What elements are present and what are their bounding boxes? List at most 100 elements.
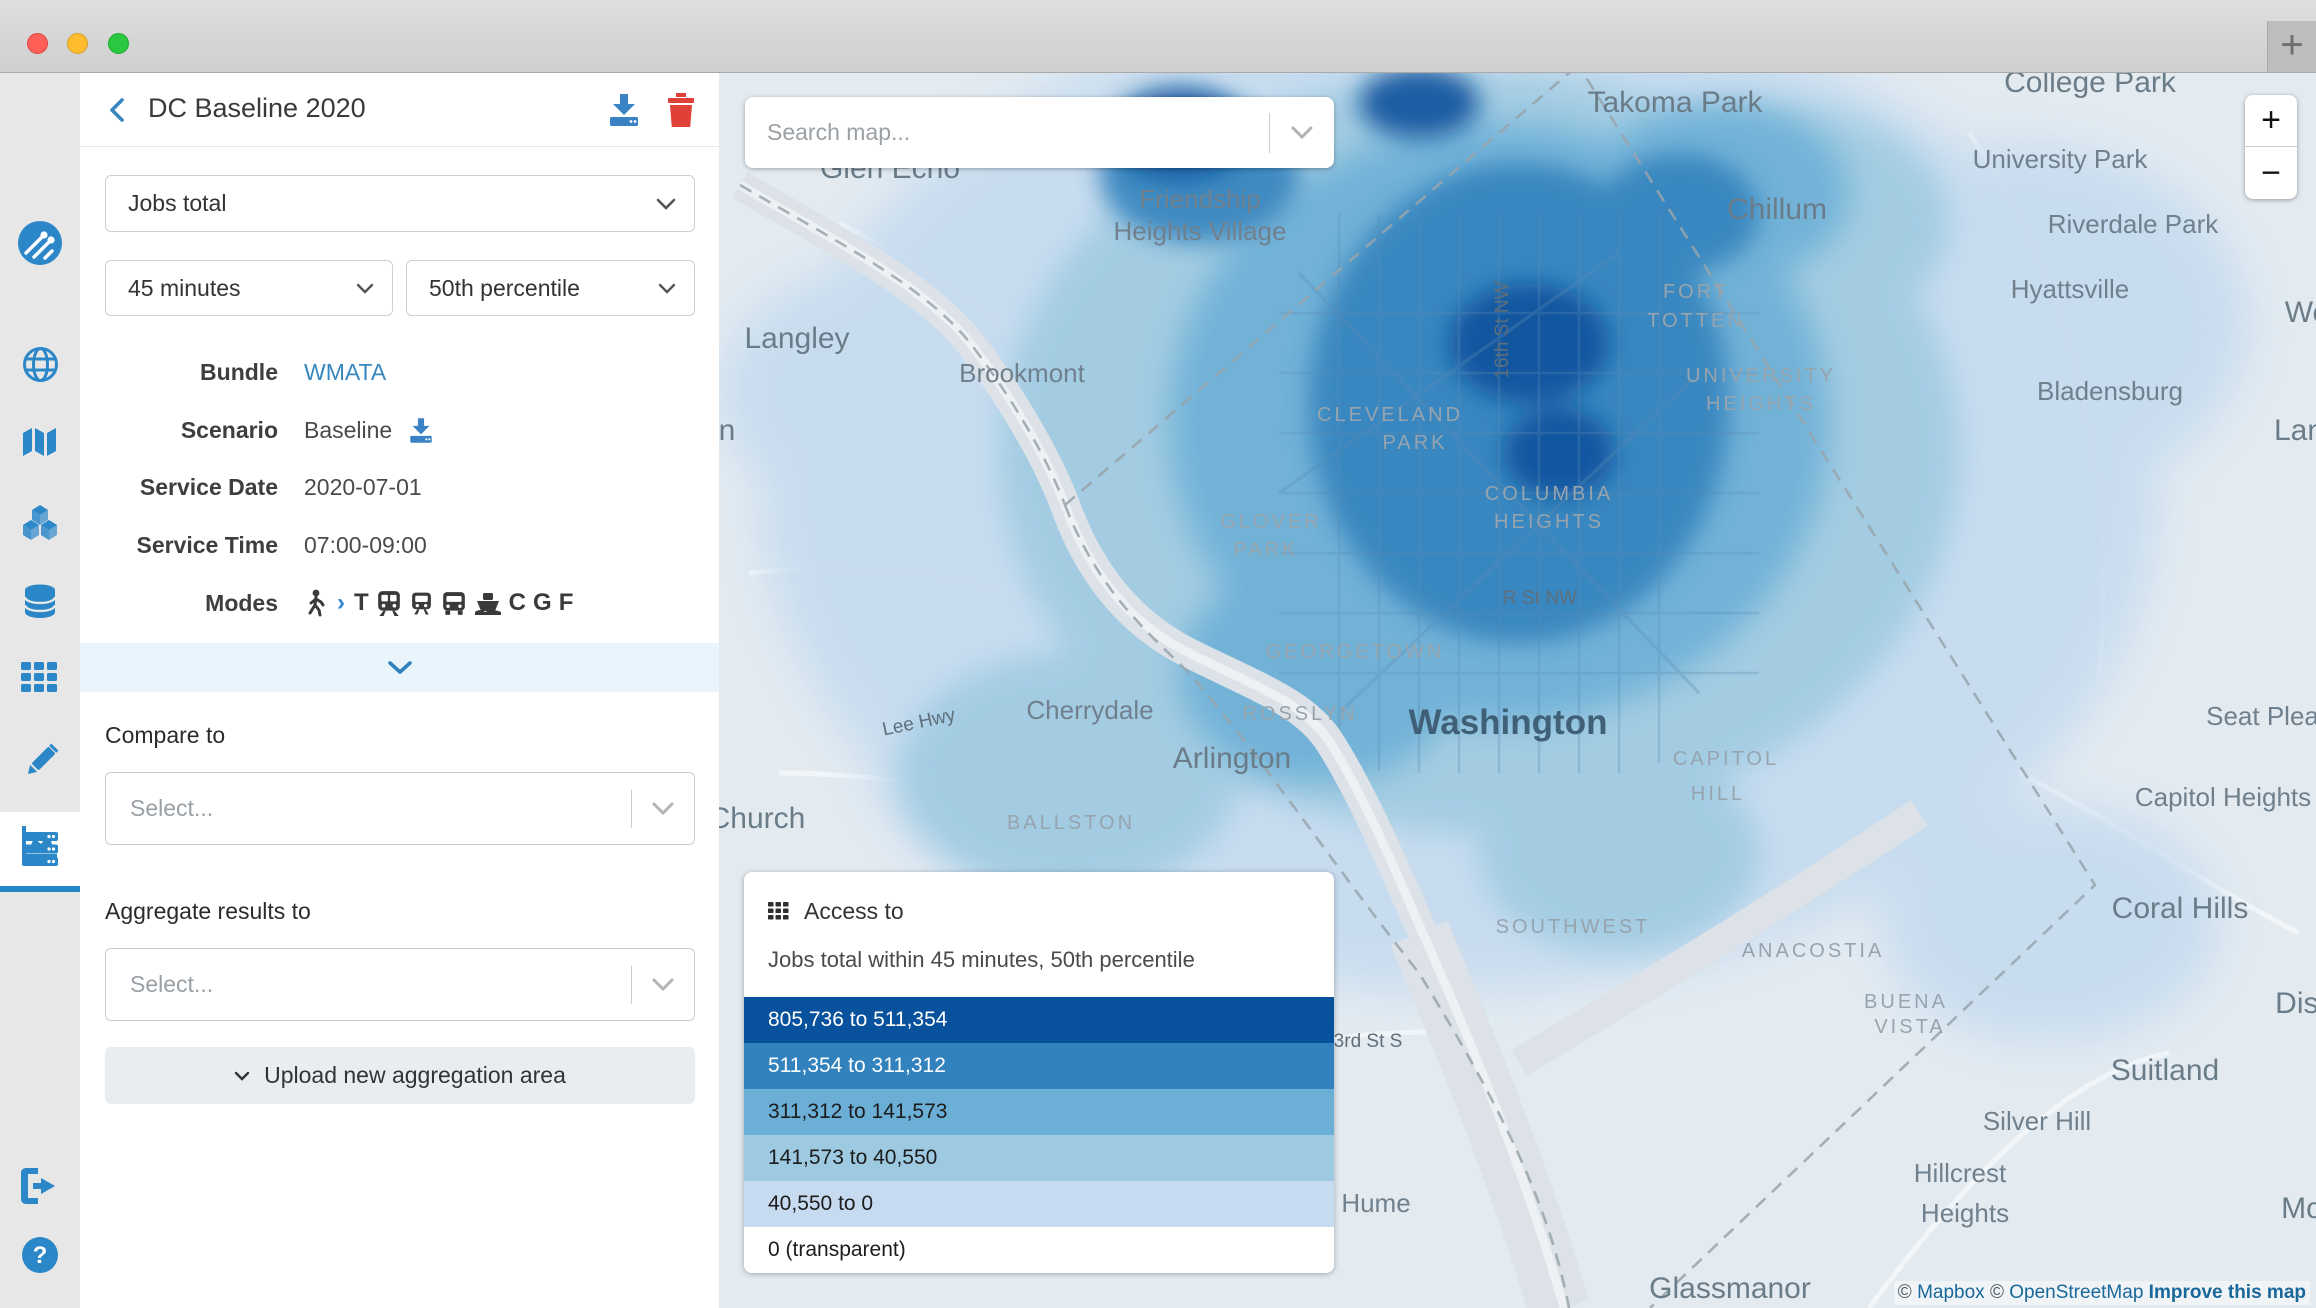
destination-layer-select[interactable]: Jobs total [105, 175, 695, 232]
page-title: DC Baseline 2020 [148, 93, 366, 124]
upload-button-label: Upload new aggregation area [264, 1062, 566, 1089]
upload-aggregation-area-button[interactable]: Upload new aggregation area [105, 1047, 695, 1104]
zoom-in-button[interactable]: + [2245, 95, 2297, 147]
search-input[interactable] [745, 118, 1269, 147]
map-legend: Access to Jobs total within 45 minutes, … [744, 872, 1334, 1273]
map-label: Capitol Heights [2135, 782, 2311, 812]
map-zoom-control: + − [2245, 95, 2297, 199]
bundles-map-icon[interactable] [0, 426, 80, 458]
map-label: UNIVERSITY [1686, 365, 1836, 387]
edit-pencil-icon[interactable] [0, 743, 80, 781]
regions-globe-icon[interactable] [0, 346, 80, 383]
map-label: Langley [744, 322, 849, 355]
map-label: College Park [2004, 73, 2177, 99]
copyright-symbol: © [1898, 1282, 1912, 1303]
map-label: PARK [1234, 539, 1299, 561]
map-label: 16th St NW [1492, 281, 1513, 378]
new-tab-button[interactable]: + [2267, 21, 2316, 72]
map-label: Church [719, 802, 805, 835]
map-label: Heights Village [1114, 216, 1287, 246]
percentile-select[interactable]: 50th percentile [406, 260, 695, 316]
map-label: Heights [1921, 1198, 2009, 1228]
map-label: Lan [2274, 414, 2316, 447]
cutoff-value: 45 minutes [106, 275, 356, 302]
compare-label: Compare to [105, 722, 225, 749]
service-date-value: 2020-07-01 [304, 474, 422, 501]
scenario-row: Scenario Baseline [80, 410, 719, 450]
map-label: Mor [2281, 1192, 2316, 1225]
map-label: Bladensburg [2037, 376, 2183, 406]
legend-row: 311,312 to 141,573 [744, 1089, 1334, 1135]
map-label: Coral Hills [2112, 892, 2249, 925]
map-label: PARK [1383, 432, 1448, 454]
datasets-database-icon[interactable] [0, 584, 80, 619]
mapbox-link[interactable]: Mapbox [1917, 1282, 1985, 1303]
legend-row: 141,573 to 40,550 [744, 1135, 1334, 1181]
map-label: BUENA [1864, 991, 1948, 1013]
compare-placeholder: Select... [106, 795, 631, 822]
compare-select[interactable]: Select... [105, 772, 695, 845]
map-label: Cherrydale [1026, 695, 1153, 725]
map-label: Friendship [1139, 184, 1260, 214]
osm-link[interactable]: OpenStreetMap [2009, 1282, 2143, 1303]
map-label: SOUTHWEST [1496, 916, 1651, 938]
zoom-window-button[interactable] [108, 33, 129, 54]
opportunities-grid-icon[interactable] [0, 662, 80, 694]
back-button[interactable] [104, 95, 134, 125]
zoom-out-button[interactable]: − [2245, 147, 2297, 199]
scenario-label: Scenario [80, 417, 278, 444]
map-label: Arlington [1173, 742, 1291, 775]
chevron-down-icon [1270, 126, 1334, 139]
expand-details-button[interactable] [80, 643, 719, 692]
map-search-box[interactable] [745, 97, 1334, 168]
logout-icon[interactable] [0, 1168, 80, 1204]
map-label: Chillum [1727, 193, 1827, 226]
map-label: GEORGETOWN [1266, 641, 1445, 663]
map-label: Dist [2275, 987, 2316, 1020]
map-label: HEIGHTS [1494, 511, 1604, 533]
bundle-label: Bundle [80, 359, 278, 386]
mode-tram-letter: T [354, 589, 369, 617]
chevron-down-icon [656, 198, 676, 210]
aggregate-select[interactable]: Select... [105, 948, 695, 1021]
chevron-down-icon [658, 283, 676, 294]
conveyal-logo[interactable] [0, 220, 80, 266]
map-label: BALLSTON [1007, 812, 1135, 834]
scenario-download-icon[interactable] [408, 418, 434, 443]
window-title-bar: + [0, 0, 2316, 73]
map-label: FORT [1663, 281, 1729, 303]
legend-title: Access to [804, 898, 904, 925]
legend-header: Access to Jobs total within 45 minutes, … [744, 872, 1334, 997]
scenario-value: Baseline [304, 417, 392, 444]
aggregate-placeholder: Select... [106, 971, 631, 998]
map-canvas[interactable]: Glen EchoTakoma ParkCollege ParkUniversi… [719, 73, 2316, 1308]
map-label: 3rd St S [1334, 1031, 1403, 1052]
chevron-down-icon [234, 1071, 250, 1081]
percentile-value: 50th percentile [407, 275, 658, 302]
map-label: CAPITOL [1673, 748, 1779, 770]
legend-row: 0 (transparent) [744, 1227, 1334, 1273]
map-label: R St NW [1503, 588, 1577, 609]
regional-analyses-icon[interactable] [0, 831, 80, 867]
map-label: ANACOSTIA [1742, 940, 1885, 962]
map-label: Hume [1341, 1188, 1410, 1218]
close-window-button[interactable] [27, 33, 48, 54]
map-label: Brookmont [959, 358, 1085, 388]
help-icon[interactable]: ? [0, 1236, 80, 1274]
service-date-row: Service Date 2020-07-01 [80, 467, 719, 507]
map-label: GLOVER [1220, 511, 1321, 533]
download-icon[interactable] [607, 94, 641, 126]
service-time-row: Service Time 07:00-09:00 [80, 525, 719, 565]
cutoff-select[interactable]: 45 minutes [105, 260, 393, 316]
bundle-link[interactable]: WMATA [304, 359, 386, 386]
delete-trash-icon[interactable] [666, 93, 696, 127]
chevron-right-icon: › [337, 589, 345, 617]
map-label: Silver Hill [1983, 1106, 2091, 1136]
sidebar: ? [0, 73, 80, 1308]
minimize-window-button[interactable] [67, 33, 88, 54]
improve-map-link[interactable]: Improve this map [2149, 1282, 2306, 1303]
modifications-cubes-icon[interactable] [0, 505, 80, 541]
aggregate-label: Aggregate results to [105, 898, 311, 925]
map-label: Suitland [2111, 1054, 2219, 1087]
map-label: Hyattsville [2011, 274, 2129, 304]
